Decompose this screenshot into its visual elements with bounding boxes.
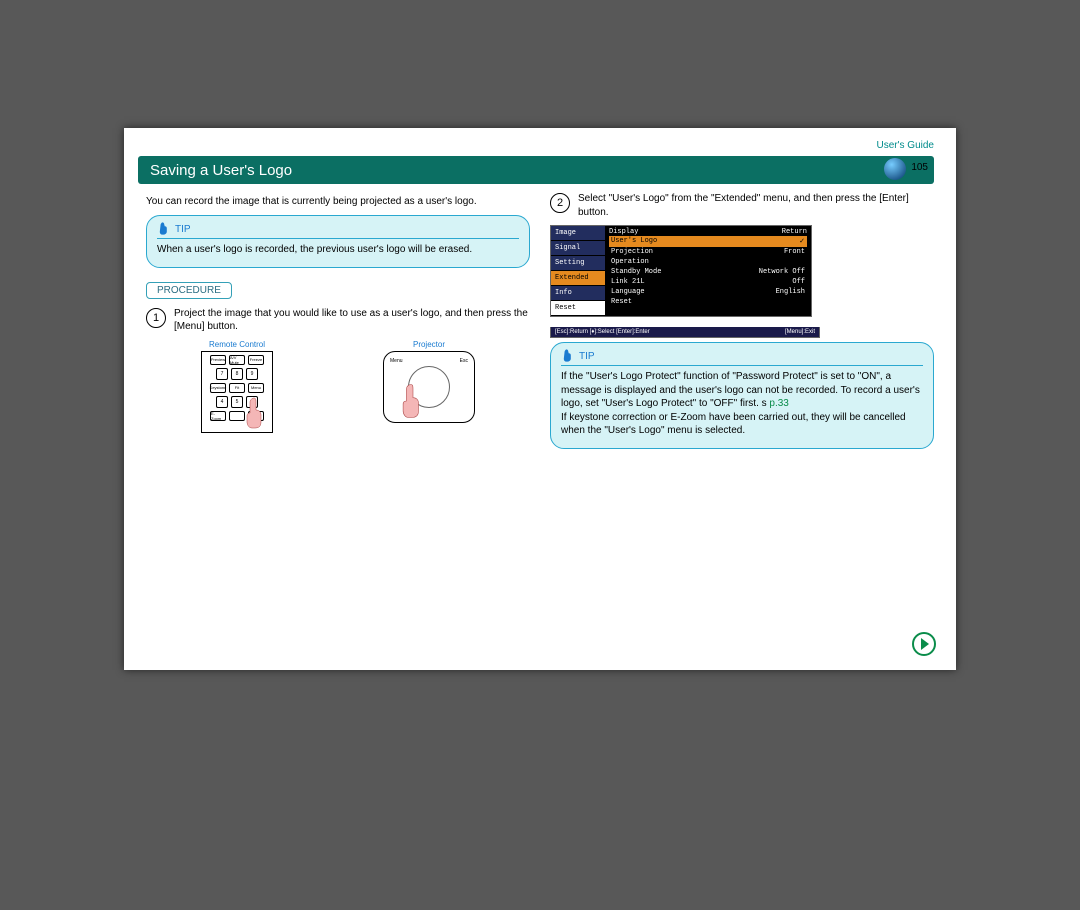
document-page: User's Guide Saving a User's Logo 105 Yo…: [124, 128, 956, 670]
step2-text: Select "User's Logo" from the "Extended"…: [578, 192, 934, 219]
tip1-label: TIP: [175, 224, 191, 235]
menu-value: English: [776, 288, 805, 296]
menu-tab-selected: Extended: [551, 271, 605, 286]
illustration-row: Remote Control Preview A/V Mute Freeze 7…: [146, 340, 530, 433]
menu-item: Reset: [611, 298, 632, 306]
step2-number: 2: [550, 193, 570, 213]
page-number: 105: [911, 162, 928, 173]
tip-box-2: TIP If the "User's Logo Protect" functio…: [550, 342, 934, 449]
menu-item: Display: [609, 228, 638, 236]
remote-label: Remote Control: [201, 340, 273, 349]
remote-num: 5: [231, 396, 243, 408]
tip-hand-icon: [157, 222, 171, 236]
remote-num: 4: [216, 396, 228, 408]
guide-label: User's Guide: [877, 140, 935, 151]
menu-item: Projection: [611, 248, 653, 256]
top-badge-icon: [884, 158, 906, 180]
next-page-icon[interactable]: [912, 632, 936, 656]
tip2-label: TIP: [579, 351, 595, 362]
menu-item: Standby Mode: [611, 268, 661, 276]
menu-tab: Signal: [551, 241, 605, 256]
pointing-finger-icon: [246, 396, 266, 430]
intro-text: You can record the image that is current…: [146, 196, 530, 207]
menu-item-selected: User's Logo: [611, 237, 657, 246]
menu-value: Network Off: [759, 268, 805, 276]
remote-btn: Preview: [210, 355, 226, 365]
remote-btn: Freeze: [248, 355, 264, 365]
tip1-header: TIP: [157, 222, 519, 239]
right-column: 2 Select "User's Logo" from the "Extende…: [550, 192, 934, 646]
proj-menu-label: Menu: [390, 358, 403, 364]
menu-value: Off: [792, 278, 805, 286]
step-2: 2 Select "User's Logo" from the "Extende…: [550, 192, 934, 219]
menu-footer-left: [Esc]:Return [♦]:Select [Enter]:Enter: [555, 329, 650, 335]
procedure-label: PROCEDURE: [146, 282, 232, 299]
remote-btn: Menu: [248, 383, 264, 393]
tip-hand-icon: [561, 349, 575, 363]
menu-return: Return: [782, 228, 807, 236]
remote-illustration: Remote Control Preview A/V Mute Freeze 7…: [201, 340, 273, 433]
menu-check-icon: ✓: [799, 237, 805, 246]
tip-box-1: TIP When a user's logo is recorded, the …: [146, 215, 530, 268]
tip2-line1: If the "User's Logo Protect" function of…: [561, 371, 920, 409]
menu-footer-right: [Menu]:Exit: [785, 329, 815, 335]
page-title: Saving a User's Logo: [138, 156, 934, 184]
tip2-body: If the "User's Logo Protect" function of…: [561, 370, 923, 438]
remote-btn: Fit: [229, 383, 245, 393]
remote-btn: Keystone: [210, 383, 226, 393]
remote-btn: A/V Mute: [229, 355, 245, 365]
remote-btn: [229, 411, 245, 421]
step1-text: Project the image that you would like to…: [174, 307, 530, 334]
menu-tab: Info: [551, 286, 605, 301]
tip2-line2: If keystone correction or E-Zoom have be…: [561, 412, 906, 437]
page-reference-link[interactable]: p.33: [769, 398, 788, 409]
menu-tab: Reset: [551, 301, 605, 316]
remote-control-diagram: Preview A/V Mute Freeze 7 8 9 Keystone F…: [201, 351, 273, 433]
title-text: Saving a User's Logo: [150, 162, 292, 179]
projector-panel-diagram: Menu Esc: [383, 351, 475, 423]
menu-item: Language: [611, 288, 645, 296]
tip2-header: TIP: [561, 349, 923, 366]
remote-num: 7: [216, 368, 228, 380]
remote-btn: E-Zoom: [210, 411, 226, 421]
menu-item: Operation: [611, 258, 649, 266]
tip1-body: When a user's logo is recorded, the prev…: [157, 243, 519, 257]
step-1: 1 Project the image that you would like …: [146, 307, 530, 334]
left-column: You can record the image that is current…: [146, 192, 530, 646]
remote-num: 8: [231, 368, 243, 380]
proj-esc-label: Esc: [460, 358, 468, 364]
menu-item: Link 21L: [611, 278, 645, 286]
menu-screenshot: Image Signal Setting Extended Info Reset…: [550, 225, 934, 338]
projector-label: Projector: [383, 340, 475, 349]
remote-num: 9: [246, 368, 258, 380]
menu-tab: Setting: [551, 256, 605, 271]
menu-value: Front: [784, 248, 805, 256]
step1-number: 1: [146, 308, 166, 328]
pointing-finger-icon: [402, 382, 424, 420]
menu-tab: Image: [551, 226, 605, 241]
projector-illustration: Projector Menu Esc: [383, 340, 475, 433]
content-columns: You can record the image that is current…: [146, 192, 934, 646]
